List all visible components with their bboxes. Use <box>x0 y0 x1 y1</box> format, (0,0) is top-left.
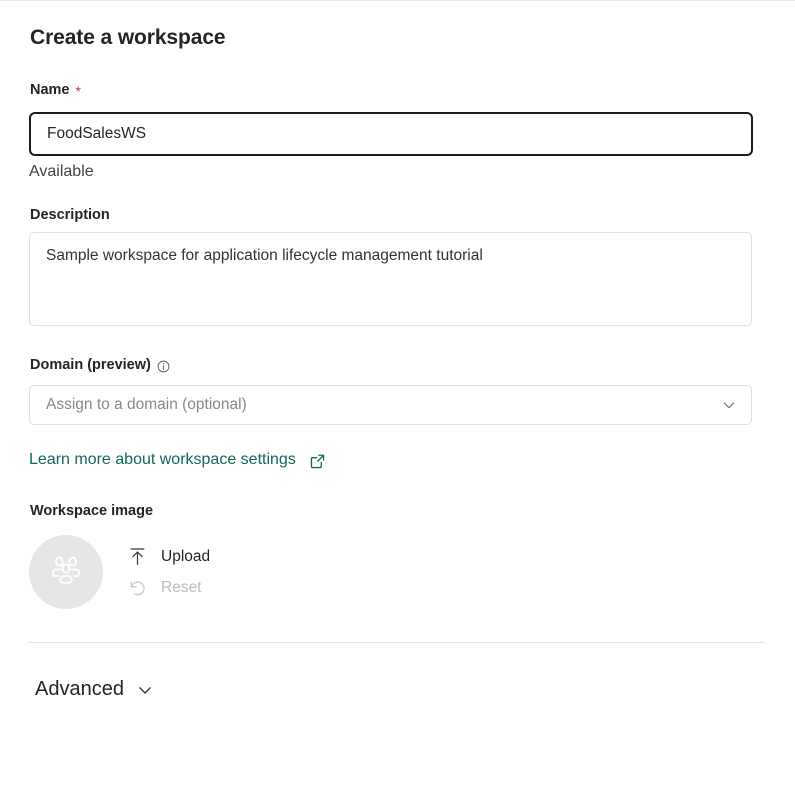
workspace-image-block: Upload Reset <box>29 535 210 609</box>
advanced-section-toggle[interactable]: Advanced <box>35 678 154 701</box>
avatar <box>29 535 103 609</box>
name-label-text: Name <box>30 82 70 98</box>
domain-placeholder-text: Assign to a domain (optional) <box>46 396 721 414</box>
upload-label: Upload <box>161 548 210 566</box>
chevron-down-icon <box>721 397 737 413</box>
learn-more-link[interactable]: Learn more about workspace settings <box>29 451 326 469</box>
domain-field-label: Domain (preview) <box>30 357 170 373</box>
page-title: Create a workspace <box>30 26 225 50</box>
reset-button[interactable]: Reset <box>127 577 210 598</box>
description-field-label: Description <box>30 207 110 223</box>
description-input[interactable] <box>29 232 752 326</box>
create-workspace-panel: Create a workspace Name * Available Desc… <box>0 0 795 802</box>
required-asterisk: * <box>76 84 81 98</box>
external-link-icon <box>309 453 326 470</box>
workspace-image-label-text: Workspace image <box>30 503 153 519</box>
upload-button[interactable]: Upload <box>127 546 210 567</box>
people-group-icon <box>46 550 86 595</box>
upload-arrow-icon <box>127 546 148 567</box>
workspace-image-label: Workspace image <box>30 503 153 519</box>
description-label-text: Description <box>30 207 110 223</box>
info-icon[interactable] <box>157 360 170 373</box>
domain-select[interactable]: Assign to a domain (optional) <box>29 385 752 425</box>
section-divider <box>28 642 765 643</box>
advanced-label: Advanced <box>35 678 124 701</box>
learn-more-label: Learn more about workspace settings <box>29 451 296 469</box>
name-availability-status: Available <box>29 163 94 181</box>
domain-label-text: Domain (preview) <box>30 357 151 373</box>
workspace-image-actions: Upload Reset <box>127 546 210 598</box>
reset-undo-icon <box>127 577 148 598</box>
reset-label: Reset <box>161 579 202 597</box>
chevron-down-icon <box>136 681 154 699</box>
name-field-label: Name * <box>30 82 81 98</box>
name-input[interactable] <box>29 112 753 156</box>
